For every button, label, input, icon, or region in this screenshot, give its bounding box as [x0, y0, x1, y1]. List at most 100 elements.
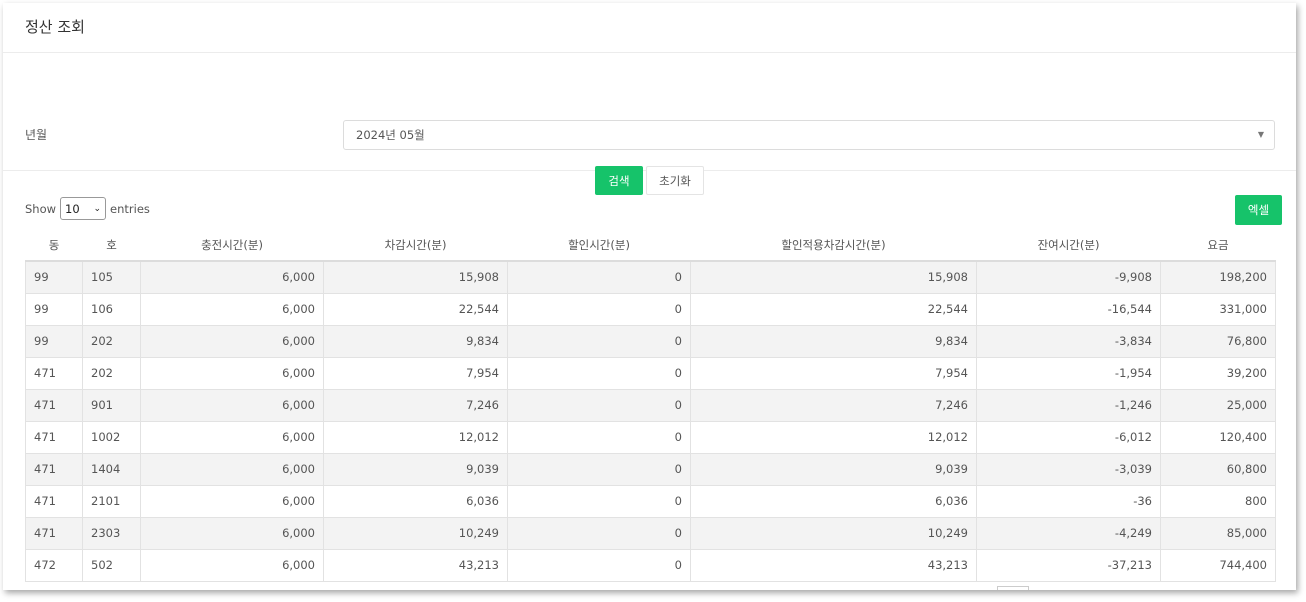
- table-cell: 7,246: [690, 388, 977, 422]
- table-cell: 9,834: [690, 324, 977, 358]
- table-cell: 0: [507, 516, 691, 550]
- column-header[interactable]: 동: [25, 230, 83, 262]
- caret-down-icon: ▼: [1257, 130, 1264, 139]
- result-list: Show 10 ⌄ entries 엑셀 동 호 충전시간(분) 차감시간(분) 할인시…: [3, 172, 1296, 590]
- table-cell: 472: [25, 548, 83, 582]
- table-cell: 901: [82, 388, 141, 422]
- table-cell: 2303: [82, 516, 141, 550]
- entries-label: entries: [110, 201, 150, 216]
- table-cell: -16,544: [976, 292, 1161, 326]
- show-label: Show: [25, 201, 57, 216]
- table-row[interactable]: 99 106 6,000 22,544 0 22,544 -16,544 331,000: [25, 292, 1276, 326]
- chevron-down-icon: ⌄: [93, 203, 102, 214]
- table-header-row: 동 호 충전시간(분) 차감시간(분) 할인시간(분) 할인적용차감시간(분) 잔여시간(분…: [25, 230, 1276, 262]
- table-cell: -36: [976, 484, 1161, 518]
- table-cell: -3,039: [976, 452, 1161, 486]
- table-cell: 6,036: [323, 484, 508, 518]
- column-header[interactable]: 할인시간(분): [507, 230, 691, 262]
- table-cell: 0: [507, 260, 691, 294]
- table-cell: 471: [25, 420, 83, 454]
- table-cell: 6,036: [690, 484, 977, 518]
- table-cell: 744,400: [1160, 548, 1276, 582]
- table-cell: 10,249: [690, 516, 977, 550]
- table-cell: 0: [507, 420, 691, 454]
- column-header[interactable]: 할인적용차감시간(분): [690, 230, 977, 262]
- table-row[interactable]: 471 1404 6,000 9,039 0 9,039 -3,039 60,800: [25, 452, 1276, 486]
- table-cell: 120,400: [1160, 420, 1276, 454]
- pagination-button[interactable]: [997, 586, 1029, 590]
- table-cell: 12,012: [690, 420, 977, 454]
- table-cell: 471: [25, 484, 83, 518]
- table-cell: 12,012: [323, 420, 508, 454]
- table-row[interactable]: 99 202 6,000 9,834 0 9,834 -3,834 76,800: [25, 324, 1276, 358]
- page-length-control: Show 10 ⌄ entries: [25, 197, 150, 220]
- table-cell: 25,000: [1160, 388, 1276, 422]
- table-cell: 202: [82, 356, 141, 390]
- page-length-select[interactable]: 10 ⌄: [60, 197, 107, 220]
- table-cell: 99: [25, 324, 83, 358]
- year-month-value: 2024년 05월: [356, 128, 425, 142]
- table-row[interactable]: 99 105 6,000 15,908 0 15,908 -9,908 198,200: [25, 260, 1276, 294]
- table-cell: 9,039: [690, 452, 977, 486]
- table-cell: -4,249: [976, 516, 1161, 550]
- table-cell: 6,000: [140, 356, 324, 390]
- table-cell: 6,000: [140, 324, 324, 358]
- table-cell: 471: [25, 388, 83, 422]
- column-header[interactable]: 충전시간(분): [140, 230, 324, 262]
- table-cell: 60,800: [1160, 452, 1276, 486]
- table-cell: 6,000: [140, 548, 324, 582]
- table-cell: 0: [507, 324, 691, 358]
- column-header[interactable]: 호: [82, 230, 141, 262]
- table-cell: -37,213: [976, 548, 1161, 582]
- excel-export-button[interactable]: 엑셀: [1235, 195, 1282, 225]
- table-cell: 9,834: [323, 324, 508, 358]
- table-row[interactable]: 471 2101 6,000 6,036 0 6,036 -36 800: [25, 484, 1276, 518]
- table-cell: 6,000: [140, 516, 324, 550]
- table-cell: 22,544: [323, 292, 508, 326]
- column-header[interactable]: 잔여시간(분): [976, 230, 1161, 262]
- year-month-label: 년월: [25, 128, 48, 142]
- table-row[interactable]: 471 1002 6,000 12,012 0 12,012 -6,012 120,400: [25, 420, 1276, 454]
- filter-panel: 년월 2024년 05월 ▼ 검색 초기화: [3, 53, 1296, 195]
- table-cell: 800: [1160, 484, 1276, 518]
- table-cell: 471: [25, 356, 83, 390]
- table-cell: -9,908: [976, 260, 1161, 294]
- table-cell: 106: [82, 292, 141, 326]
- column-header[interactable]: 차감시간(분): [323, 230, 508, 262]
- table-cell: 6,000: [140, 484, 324, 518]
- settlement-table: 동 호 충전시간(분) 차감시간(분) 할인시간(분) 할인적용차감시간(분) 잔여시간(분…: [25, 230, 1276, 582]
- year-month-select[interactable]: 2024년 05월 ▼: [343, 120, 1275, 150]
- table-cell: 22,544: [690, 292, 977, 326]
- table-cell: 331,000: [1160, 292, 1276, 326]
- column-header[interactable]: 요금: [1160, 230, 1276, 262]
- table-cell: 471: [25, 452, 83, 486]
- table-row[interactable]: 472 502 6,000 43,213 0 43,213 -37,213 744,400: [25, 548, 1276, 582]
- table-cell: 471: [25, 516, 83, 550]
- table-cell: 7,246: [323, 388, 508, 422]
- table-cell: 0: [507, 356, 691, 390]
- page-title: 정산 조회: [25, 18, 85, 36]
- table-cell: 1002: [82, 420, 141, 454]
- table-cell: 0: [507, 484, 691, 518]
- table-cell: 502: [82, 548, 141, 582]
- app-frame: 정산 조회 년월 2024년 05월 ▼ 검색 초기화 Show 10 ⌄ en…: [3, 3, 1296, 590]
- table-row[interactable]: 471 901 6,000 7,246 0 7,246 -1,246 25,000: [25, 388, 1276, 422]
- table-cell: -6,012: [976, 420, 1161, 454]
- table-cell: 202: [82, 324, 141, 358]
- table-cell: -3,834: [976, 324, 1161, 358]
- table-cell: 6,000: [140, 388, 324, 422]
- table-cell: 0: [507, 292, 691, 326]
- table-row[interactable]: 471 202 6,000 7,954 0 7,954 -1,954 39,200: [25, 356, 1276, 390]
- table-cell: 105: [82, 260, 141, 294]
- page-length-value: 10: [65, 201, 80, 216]
- table-cell: 0: [507, 452, 691, 486]
- page-header: 정산 조회: [3, 3, 1296, 53]
- table-cell: 6,000: [140, 292, 324, 326]
- table-cell: 39,200: [1160, 356, 1276, 390]
- table-cell: -1,954: [976, 356, 1161, 390]
- table-cell: 7,954: [690, 356, 977, 390]
- table-cell: 198,200: [1160, 260, 1276, 294]
- table-cell: 43,213: [323, 548, 508, 582]
- table-row[interactable]: 471 2303 6,000 10,249 0 10,249 -4,249 85,000: [25, 516, 1276, 550]
- table-cell: 43,213: [690, 548, 977, 582]
